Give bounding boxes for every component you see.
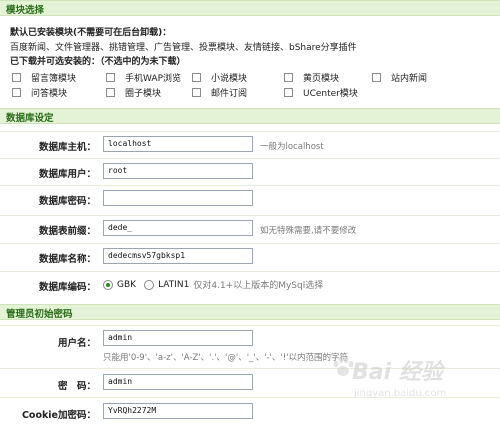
modules-section-title: 模块选择 (6, 5, 45, 16)
option-ask[interactable]: 问答模块 (12, 85, 67, 99)
option-guestbook[interactable]: 留言簿模块 (12, 70, 76, 84)
db-password-row: 数据库密码： (0, 185, 500, 211)
mail-label: 邮件订阅 (211, 88, 248, 99)
admin-username-label: 用户名： (57, 338, 96, 349)
db-prefix-row: 数据表前缀： dede_ 如无特殊需要,请不要修改 (0, 215, 500, 241)
option-mail[interactable]: 邮件订阅 (192, 85, 247, 99)
watermark-url: jingyan.baidu.com (354, 388, 447, 399)
optional-modules-row-2: 问答模块 圈子模块 邮件订阅 UCenter模块 (12, 85, 492, 99)
db-user-input[interactable]: root (103, 163, 253, 179)
admin-password-input[interactable]: admin (103, 374, 253, 390)
watermark-text: Bai 经验 (352, 360, 443, 385)
yellowpage-checkbox[interactable] (284, 72, 293, 82)
baidu-watermark: Bai 经验 jingyan.baidu.com (330, 352, 490, 412)
group-label: 圈子模块 (125, 88, 162, 99)
ucenter-label: UCenter模块 (303, 88, 358, 99)
option-novel[interactable]: 小说模块 (192, 70, 247, 84)
db-prefix-hint: 如无特殊需要,请不要修改 (260, 226, 357, 236)
charset-gbk-radio[interactable] (103, 279, 113, 290)
db-prefix-label: 数据表前缀： (38, 226, 96, 237)
mail-checkbox[interactable] (192, 87, 201, 97)
wap-checkbox[interactable] (106, 72, 115, 82)
admin-section-title: 管理员初始密码 (6, 309, 73, 320)
charset-gbk-label: GBK (117, 279, 137, 290)
ask-checkbox[interactable] (12, 87, 21, 97)
wap-label: 手机WAP浏览 (125, 73, 181, 84)
admin-cookie-input[interactable]: YvRQh2272M (103, 403, 253, 419)
option-ucenter[interactable]: UCenter模块 (284, 85, 358, 99)
db-user-label: 数据库用户： (38, 169, 96, 180)
admin-password-label: 密 码： (57, 381, 96, 392)
installed-modules-title: 默认已安装模块(不需要可在后台卸载)： (10, 28, 172, 38)
db-password-label: 数据库密码： (38, 196, 96, 207)
ucenter-checkbox[interactable] (284, 87, 293, 97)
db-section-header: 数据库设定 (0, 108, 500, 124)
option-group[interactable]: 圈子模块 (106, 85, 161, 99)
db-host-input[interactable]: localhost (103, 136, 253, 152)
db-host-hint: 一般为localhost (260, 142, 324, 152)
yellowpage-label: 黄页模块 (303, 73, 340, 84)
group-checkbox[interactable] (106, 87, 115, 97)
optional-modules-row-1: 留言簿模块 手机WAP浏览 小说模块 黄页模块 站内新闻 (12, 70, 492, 84)
charset-latin1-label: LATIN1 (158, 279, 190, 290)
admin-cookie-label: Cookie加密码： (21, 410, 96, 421)
db-name-row: 数据库名称： dedecmsv57gbksp1 (0, 243, 500, 269)
charset-hint: 仅对4.1+以上版本的MySql选择 (193, 281, 324, 291)
option-yellowpage[interactable]: 黄页模块 (284, 70, 339, 84)
db-name-label: 数据库名称： (38, 254, 96, 265)
db-name-input[interactable]: dedecmsv57gbksp1 (103, 248, 253, 264)
sitenews-label: 站内新闻 (391, 73, 428, 84)
db-user-row: 数据库用户： root (0, 158, 500, 184)
admin-section-header: 管理员初始密码 (0, 304, 500, 320)
option-sitenews[interactable]: 站内新闻 (372, 70, 427, 84)
db-charset-options: GBK LATIN1 仅对4.1+以上版本的MySql选择 (103, 278, 323, 291)
sitenews-checkbox[interactable] (372, 72, 381, 82)
guestbook-label: 留言簿模块 (31, 73, 77, 84)
novel-label: 小说模块 (211, 73, 248, 84)
admin-username-hint: 只能用'0-9'、'a-z'、'A-Z'、'.'、'@'、'_'、'-'、'!'… (103, 353, 348, 363)
guestbook-checkbox[interactable] (12, 72, 21, 82)
optional-modules-title: 已下载并可选安装的：（不选中的为未下载） (10, 57, 186, 67)
db-section-title: 数据库设定 (6, 113, 54, 124)
charset-latin1-radio[interactable] (144, 279, 155, 290)
db-charset-label: 数据库编码： (38, 282, 96, 293)
admin-username-input[interactable]: admin (103, 330, 253, 346)
ask-label: 问答模块 (31, 88, 68, 99)
novel-checkbox[interactable] (192, 72, 201, 82)
option-wap[interactable]: 手机WAP浏览 (106, 70, 181, 84)
db-charset-row: 数据库编码： GBK LATIN1 仅对4.1+以上版本的MySql选择 (0, 271, 500, 297)
db-host-row: 数据库主机： localhost 一般为localhost (0, 131, 500, 157)
modules-panel: 默认已安装模块(不需要可在后台卸载)： 百度新闻、文件管理器、挑错管理、广告管理… (0, 16, 500, 104)
db-prefix-input[interactable]: dede_ (103, 220, 253, 236)
installed-modules-list: 百度新闻、文件管理器、挑错管理、广告管理、投票模块、友情链接、bShare分享插… (10, 43, 357, 53)
modules-section-header: 模块选择 (0, 0, 500, 16)
db-host-label: 数据库主机： (38, 142, 96, 153)
db-password-input[interactable] (103, 190, 253, 206)
